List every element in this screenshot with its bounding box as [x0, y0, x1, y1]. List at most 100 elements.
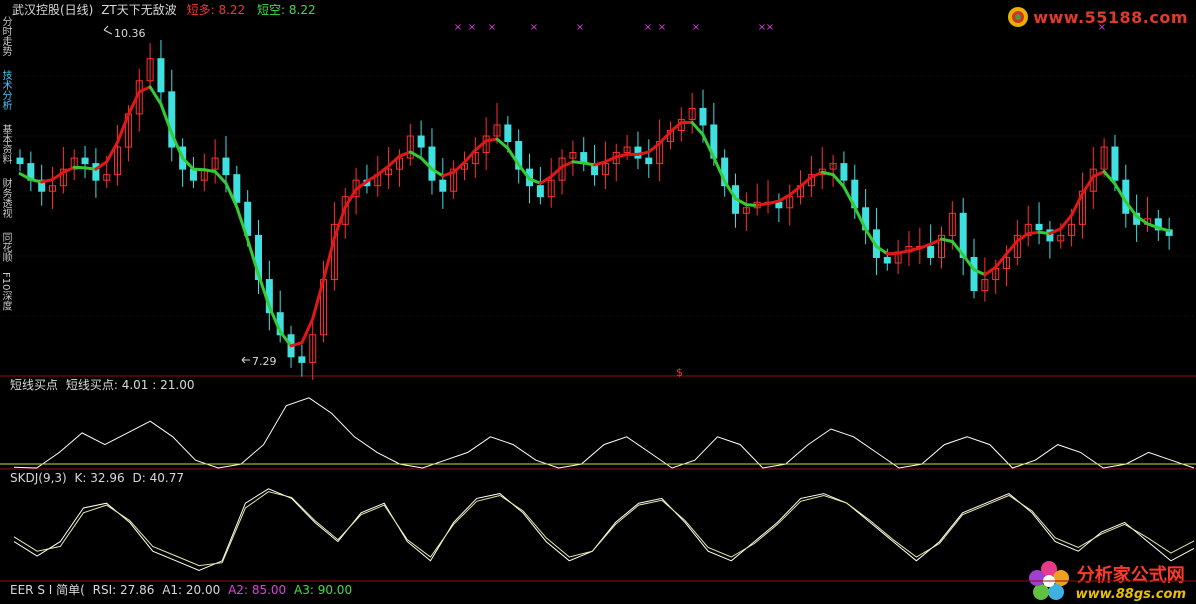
signal-x-mark: ×: [658, 22, 666, 33]
high-price-label: 10.36: [114, 27, 146, 40]
wave-segment: [257, 273, 271, 309]
panel4-title: EER S I 简单(: [10, 583, 85, 597]
wave-segment: [267, 305, 282, 334]
candle-body: [460, 163, 468, 170]
side-tab-3[interactable]: 财务透视: [0, 178, 11, 232]
panel3-d-value: 40.77: [149, 471, 184, 485]
wave-segment: [961, 253, 976, 272]
wave-segment: [332, 205, 347, 240]
wave-segment: [1005, 239, 1019, 256]
stock-name: 武汉控股(日线): [12, 3, 94, 17]
side-tab-4[interactable]: 同花顺: [0, 232, 11, 272]
chart-window: 武汉控股(日线) ZT天下无敌波 短多: 8.22 短空: 8.22 分时走势 …: [0, 0, 1196, 604]
side-tab-2[interactable]: 基本资料: [0, 124, 11, 178]
wave-segment: [365, 173, 380, 183]
panel2-header: 短线买点 短线买点: 4.01 : 21.00: [10, 378, 195, 392]
candle-body: [222, 157, 230, 176]
wave-segment: [1037, 230, 1052, 236]
side-tab-0[interactable]: 分时走势: [0, 16, 11, 70]
wave-segment: [907, 246, 922, 253]
wave-segment: [354, 179, 369, 191]
candle-body: [309, 334, 317, 363]
signal-x-mark: ×: [644, 22, 652, 33]
wave-segment: [820, 170, 835, 177]
wave-segment: [831, 173, 846, 189]
wave-segment: [1102, 170, 1117, 186]
candle-body: [211, 157, 219, 170]
wave-segment: [29, 177, 44, 184]
candle-body: [515, 141, 523, 170]
candle-body: [623, 146, 631, 154]
wave-segment: [712, 155, 727, 183]
side-tab-1[interactable]: 技术分析: [0, 70, 11, 124]
watermark-bottom-url: www.88gs.com: [1075, 586, 1186, 602]
wave-segment: [734, 197, 748, 207]
wave-segment: [799, 175, 813, 188]
candle-body: [526, 168, 534, 187]
side-tab-5[interactable]: F10深度: [0, 272, 11, 326]
candle-body: [721, 157, 729, 187]
signal-x-mark: ×: [488, 22, 496, 33]
long-value: 8.22: [218, 3, 246, 17]
candle-body: [417, 135, 425, 148]
candle-body: [59, 168, 67, 187]
candle-body: [1003, 256, 1011, 270]
panel2-value2: 21.00: [160, 378, 195, 392]
candle-body: [558, 157, 566, 181]
wave-segment: [235, 205, 250, 242]
wave-segment: [40, 178, 55, 184]
candle-body: [1133, 212, 1141, 225]
candle-body: [124, 113, 132, 148]
candle-body: [883, 256, 891, 264]
candle-body: [818, 168, 826, 176]
long-label: 短多:: [186, 3, 215, 17]
wave-segment: [506, 146, 521, 167]
wave-segment: [387, 154, 401, 168]
wave-segment: [430, 167, 445, 178]
wave-segment: [191, 167, 206, 172]
wave-segment: [181, 156, 195, 171]
candle-body: [948, 212, 956, 236]
candle-body: [482, 135, 490, 154]
candle-body: [135, 80, 143, 115]
wave-segment: [864, 227, 878, 248]
wave-segment: [1080, 174, 1095, 196]
wave-segment: [159, 102, 174, 136]
candle-body: [797, 185, 805, 198]
wave-segment: [1015, 232, 1030, 243]
panel3-k-label: K:: [74, 471, 87, 485]
candle-body: [114, 146, 122, 176]
wave-segment: [343, 187, 358, 209]
wave-segment: [1026, 230, 1041, 236]
candle-body: [992, 268, 1000, 281]
wave-segment: [170, 132, 185, 160]
candle-body: [753, 201, 761, 209]
wave-segment: [853, 205, 868, 231]
wave-segment: [376, 164, 391, 177]
candle-body: [862, 207, 870, 231]
candle-body: [1100, 146, 1108, 170]
wave-line: [18, 85, 1171, 348]
wave-segment: [571, 160, 586, 165]
candle-body: [732, 185, 740, 214]
candle-body: [92, 163, 100, 181]
candle-body: [450, 168, 458, 192]
candle-body: [320, 279, 328, 336]
grid-lines: [0, 75, 1196, 317]
candle-body: [1154, 218, 1162, 231]
side-tab-bar: 分时走势 技术分析 基本资料 财务透视 同花顺 F10深度: [0, 16, 11, 376]
wave-segment: [755, 201, 770, 207]
wave-segment: [83, 166, 98, 171]
flower-logo-icon: [1028, 561, 1069, 600]
candle-body: [330, 223, 338, 281]
candle-body: [81, 157, 89, 165]
wave-segment: [1113, 182, 1128, 204]
candle-body: [742, 207, 750, 214]
panel4-header: EER S I 简单( RSI: 27.86 A1: 20.00 A2: 85.…: [10, 583, 352, 597]
short-label: 短空:: [257, 3, 286, 17]
candle-body: [710, 124, 718, 159]
wave-segment: [744, 203, 759, 207]
candle-body: [688, 107, 696, 120]
candle-body: [70, 157, 78, 170]
candle-body: [179, 146, 187, 170]
